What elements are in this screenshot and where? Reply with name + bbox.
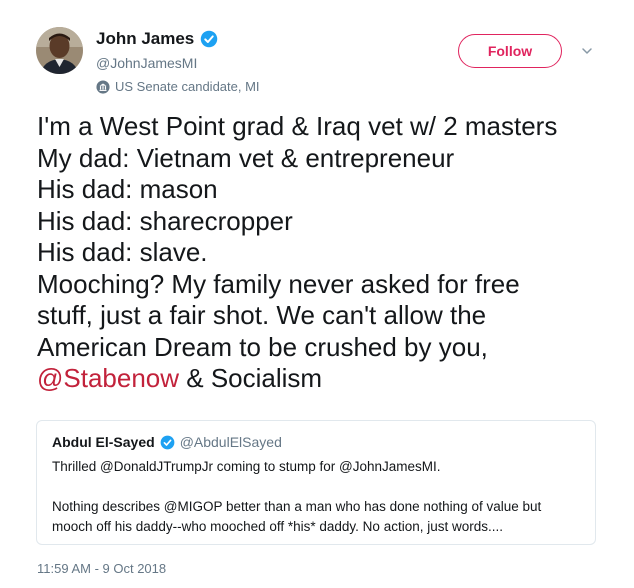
author-handle[interactable]: @JohnJamesMI	[96, 55, 197, 71]
account-label-text: US Senate candidate, MI	[115, 79, 260, 94]
author-name[interactable]: John James	[96, 29, 194, 49]
account-label: US Senate candidate, MI	[96, 79, 260, 94]
tweet-line: His dad: sharecropper	[37, 205, 293, 236]
verified-badge-icon	[160, 435, 175, 449]
tweet-line-last: @Stabenow & Socialism	[37, 363, 622, 395]
quoted-text-line: Nothing describes @MIGOP better than a m…	[52, 499, 542, 514]
quoted-author-handle: @AbdulElSayed	[179, 434, 282, 450]
tweet-line-tail: & Socialism	[179, 363, 323, 393]
tweet-line: I'm a West Point grad & Iraq vet w/ 2 ma…	[37, 111, 558, 141]
mention-link[interactable]: @Stabenow	[37, 363, 179, 393]
tweet-line: His dad: slave.	[37, 237, 208, 267]
tweet-line: American Dream to be crushed by you,	[37, 331, 488, 362]
verified-badge-icon	[201, 30, 218, 48]
avatar-image	[36, 27, 83, 74]
quoted-tweet-header: Abdul El-Sayed @AbdulElSayed	[52, 434, 282, 450]
quoted-text-line: mooch off his daddy--who mooched off *hi…	[52, 519, 503, 534]
quoted-text-line: Thrilled @DonaldJTrumpJr coming to stump…	[52, 459, 441, 474]
quoted-tweet[interactable]: Abdul El-Sayed @AbdulElSayed Thrilled @D…	[36, 420, 596, 545]
chevron-down-icon[interactable]	[580, 44, 594, 58]
author-name-row[interactable]: John James	[96, 29, 218, 49]
quoted-author-name: Abdul El-Sayed	[52, 434, 155, 450]
tweet-text: I'm a West Point grad & Iraq vet w/ 2 ma…	[37, 111, 622, 395]
tweet-line: Mooching? My family never asked for free	[37, 268, 520, 299]
tweet-line: His dad: mason	[37, 174, 218, 204]
tweet-timestamp[interactable]: 11:59 AM - 9 Oct 2018	[37, 561, 166, 576]
government-building-icon	[96, 79, 110, 94]
tweet-line: My dad: Vietnam vet & entrepreneur	[37, 142, 455, 173]
follow-button[interactable]: Follow	[458, 34, 562, 68]
tweet-line: stuff, just a fair shot. We can't allow …	[37, 300, 487, 330]
quoted-tweet-body: Thrilled @DonaldJTrumpJr coming to stump…	[52, 457, 587, 537]
avatar[interactable]	[36, 27, 83, 74]
